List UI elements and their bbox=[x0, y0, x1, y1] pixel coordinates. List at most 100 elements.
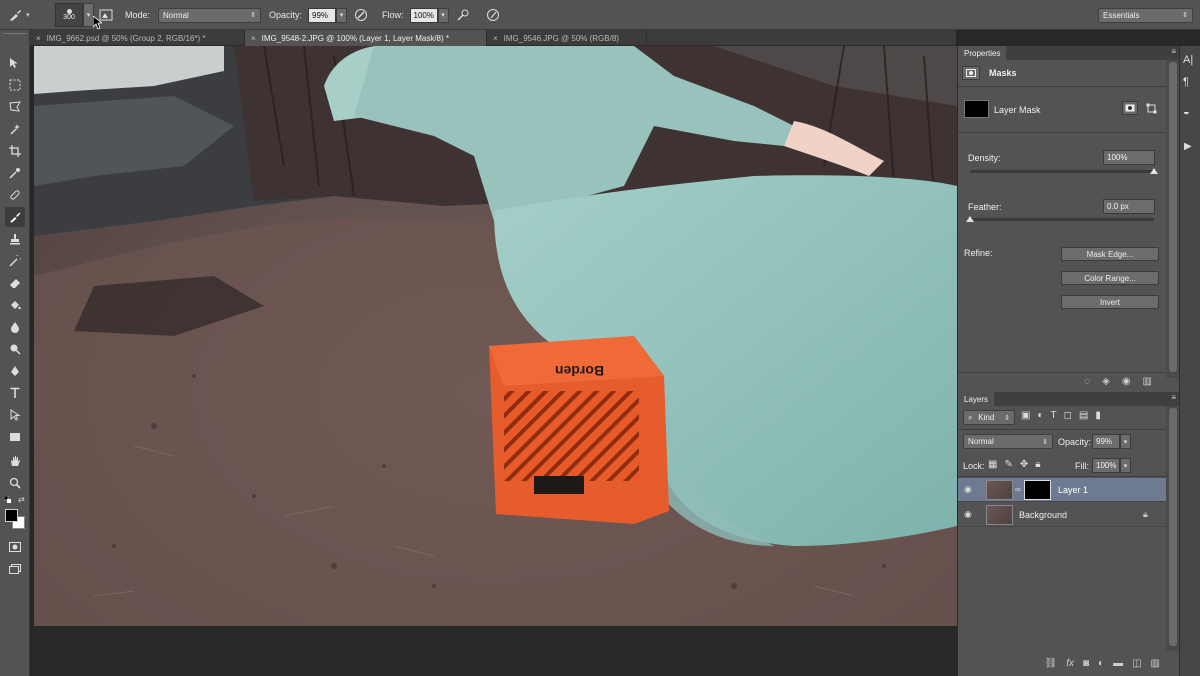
layer-opacity-input[interactable]: 99% bbox=[1092, 434, 1120, 449]
link-icon[interactable]: ∞ bbox=[1015, 485, 1021, 494]
feather-input[interactable]: 0.0 px bbox=[1103, 199, 1155, 214]
adjustment-filter-icon[interactable]: ◐ bbox=[1037, 410, 1043, 421]
layer-opacity-slider-toggle[interactable]: ▾ bbox=[1120, 434, 1131, 449]
adjustments-panel-icon[interactable]: ◒ bbox=[1183, 106, 1190, 118]
fill-slider-toggle[interactable]: ▾ bbox=[1120, 458, 1131, 473]
folder-icon[interactable]: ▬ bbox=[1113, 658, 1123, 669]
toolbar-grip[interactable] bbox=[3, 33, 27, 37]
dodge-tool-icon[interactable] bbox=[5, 339, 25, 359]
clone-stamp-tool-icon[interactable] bbox=[5, 229, 25, 249]
pen-tool-icon[interactable] bbox=[5, 361, 25, 381]
hand-tool-icon[interactable] bbox=[5, 451, 25, 471]
brush-tool-icon[interactable] bbox=[5, 207, 25, 227]
close-icon[interactable]: × bbox=[36, 34, 41, 43]
paint-bucket-tool-icon[interactable] bbox=[5, 295, 25, 315]
paragraph-panel-icon[interactable]: ¶ bbox=[1183, 76, 1189, 88]
layer-mask-thumbnail[interactable] bbox=[964, 100, 989, 118]
visibility-toggle-icon[interactable]: ◉ bbox=[1122, 376, 1131, 387]
brush-size-picker[interactable]: 300 ▾ bbox=[55, 0, 94, 30]
flow-input[interactable]: 100% bbox=[409, 7, 438, 23]
flow-slider-toggle[interactable]: ▾ bbox=[437, 7, 449, 23]
rectangle-tool-icon[interactable] bbox=[5, 427, 25, 447]
load-selection-icon[interactable]: ◌ bbox=[1084, 376, 1090, 387]
smart-object-filter-icon[interactable]: ▤ bbox=[1079, 410, 1088, 421]
layer-row-background[interactable]: ◉ Background 🔒︎ bbox=[958, 503, 1166, 527]
type-filter-icon[interactable]: T bbox=[1051, 410, 1057, 421]
canvas-area[interactable]: Borden bbox=[30, 46, 957, 676]
move-tool-icon[interactable] bbox=[5, 53, 25, 73]
trash-icon[interactable]: ▥ bbox=[1151, 658, 1160, 669]
color-range-button[interactable]: Color Range... bbox=[1061, 271, 1159, 285]
brush-tool-preset[interactable]: ▾ bbox=[6, 0, 30, 30]
zoom-tool-icon[interactable] bbox=[5, 473, 25, 493]
vector-mask-button[interactable] bbox=[1144, 101, 1158, 115]
airbrush-button[interactable] bbox=[454, 0, 472, 30]
type-tool-icon[interactable] bbox=[5, 383, 25, 403]
tab-document-3[interactable]: × IMG_9546.JPG @ 50% (RGB/8) bbox=[487, 30, 647, 46]
crop-tool-icon[interactable] bbox=[5, 141, 25, 161]
pixel-filter-icon[interactable]: ▣ bbox=[1021, 410, 1030, 421]
invert-button[interactable]: Invert bbox=[1061, 295, 1159, 309]
workspace-dropdown[interactable]: Essentials ⇕ bbox=[1098, 7, 1193, 23]
trash-icon[interactable]: ▥ bbox=[1143, 376, 1152, 387]
pressure-size-button[interactable] bbox=[484, 0, 502, 30]
layer-row-layer-1[interactable]: ◉ ∞ Layer 1 bbox=[958, 478, 1166, 502]
panel-menu-icon[interactable]: ≡ bbox=[1171, 47, 1176, 56]
eye-icon[interactable]: ◉ bbox=[964, 484, 976, 495]
lasso-tool-icon[interactable] bbox=[5, 97, 25, 117]
shape-filter-icon[interactable]: ◻ bbox=[1064, 410, 1072, 421]
history-brush-tool-icon[interactable] bbox=[5, 251, 25, 271]
link-layers-icon[interactable]: ⛓︎ bbox=[1045, 658, 1058, 669]
mask-edge-button[interactable]: Mask Edge... bbox=[1061, 247, 1159, 261]
quick-mask-icon[interactable] bbox=[5, 537, 25, 557]
properties-scrollbar[interactable] bbox=[1166, 60, 1180, 378]
fill-input[interactable]: 100% bbox=[1092, 458, 1120, 473]
tab-document-1[interactable]: × IMG_9662.psd @ 50% (Group 2, RGB/16*) … bbox=[30, 30, 245, 46]
density-input[interactable]: 100% bbox=[1103, 150, 1155, 165]
healing-brush-tool-icon[interactable] bbox=[5, 185, 25, 205]
lock-transparent-icon[interactable]: ▦ bbox=[988, 459, 997, 470]
panel-menu-icon[interactable]: ≡ bbox=[1171, 393, 1176, 402]
close-icon[interactable]: × bbox=[493, 34, 498, 43]
density-slider-thumb[interactable] bbox=[1150, 168, 1158, 174]
marquee-tool-icon[interactable] bbox=[5, 75, 25, 95]
close-icon[interactable]: × bbox=[251, 34, 256, 43]
pressure-opacity-button[interactable] bbox=[352, 0, 370, 30]
feather-slider[interactable] bbox=[970, 218, 1154, 221]
lock-image-icon[interactable]: ✎ bbox=[1004, 459, 1012, 470]
feather-slider-thumb[interactable] bbox=[966, 216, 974, 222]
layers-scrollbar[interactable] bbox=[1166, 406, 1180, 651]
fx-icon[interactable]: fx bbox=[1066, 658, 1074, 669]
opacity-input[interactable]: 99% bbox=[308, 7, 337, 23]
adjustment-layer-icon[interactable]: ◐ bbox=[1098, 658, 1104, 669]
mode-dropdown[interactable]: Normal ⇕ bbox=[158, 7, 262, 23]
character-panel-icon[interactable]: A| bbox=[1183, 54, 1193, 66]
document-canvas[interactable]: Borden bbox=[34, 46, 957, 626]
density-slider[interactable] bbox=[970, 170, 1154, 173]
filter-toggle-icon[interactable]: ▮ bbox=[1095, 410, 1101, 421]
layer-filter-dropdown[interactable]: ⌕ Kind ⇕ bbox=[963, 410, 1015, 425]
swap-colors-icon[interactable]: ⇄ bbox=[18, 495, 25, 504]
quick-select-tool-icon[interactable] bbox=[5, 119, 25, 139]
blend-mode-dropdown[interactable]: Normal ⇕ bbox=[963, 434, 1053, 449]
default-colors-icon[interactable] bbox=[3, 495, 12, 504]
lock-position-icon[interactable]: ✥ bbox=[1020, 459, 1028, 470]
screen-mode-icon[interactable] bbox=[5, 559, 25, 579]
play-actions-icon[interactable]: ▶ bbox=[1184, 141, 1192, 152]
foreground-color-swatch[interactable] bbox=[5, 509, 18, 522]
add-mask-icon[interactable]: ◙ bbox=[1083, 658, 1089, 669]
path-selection-tool-icon[interactable] bbox=[5, 405, 25, 425]
properties-panel-tab[interactable]: Properties bbox=[958, 46, 1007, 60]
blur-tool-icon[interactable] bbox=[5, 317, 25, 337]
new-layer-icon[interactable]: ◫ bbox=[1132, 658, 1141, 669]
eraser-tool-icon[interactable] bbox=[5, 273, 25, 293]
layers-panel-tab[interactable]: Layers bbox=[958, 392, 995, 406]
lock-all-icon[interactable]: 🔒︎ bbox=[1035, 459, 1040, 470]
pixel-mask-button[interactable] bbox=[1122, 101, 1138, 115]
apply-mask-icon[interactable]: ◈ bbox=[1102, 376, 1110, 387]
layer-mask-thumbnail[interactable] bbox=[1024, 479, 1051, 500]
eye-icon[interactable]: ◉ bbox=[964, 509, 976, 520]
tab-document-2[interactable]: × IMG_9548-2.JPG @ 100% (Layer 1, Layer … bbox=[245, 30, 487, 46]
opacity-slider-toggle[interactable]: ▾ bbox=[336, 7, 348, 23]
eyedropper-tool-icon[interactable] bbox=[5, 163, 25, 183]
